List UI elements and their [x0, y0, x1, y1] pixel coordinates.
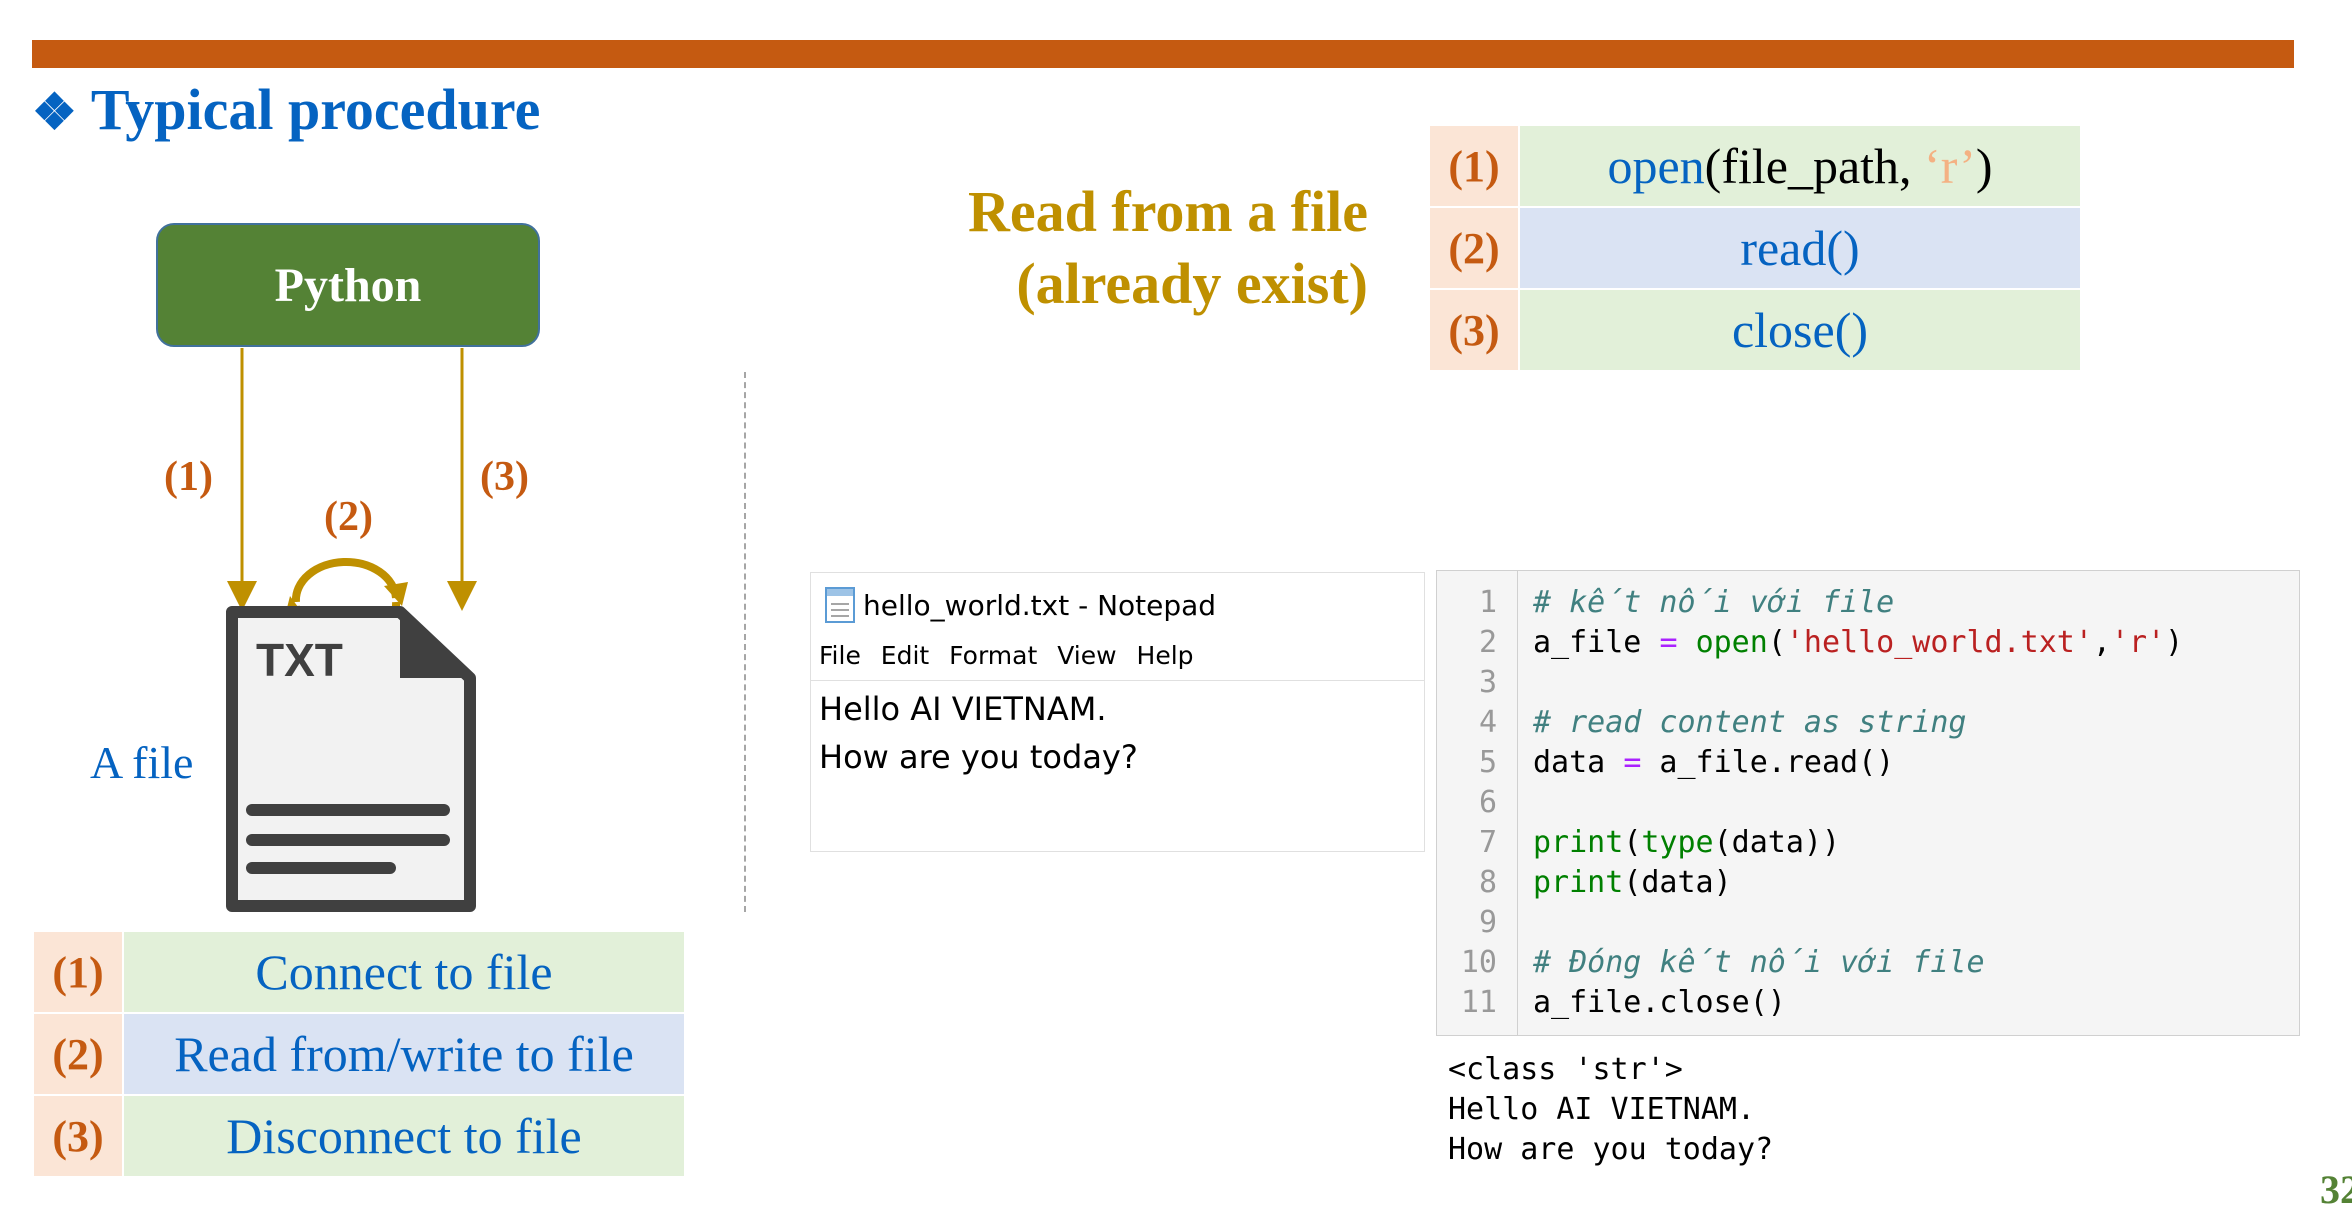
step-2-label: (2): [324, 494, 373, 540]
menu-edit[interactable]: Edit: [881, 641, 929, 670]
code-line: 11 a_file.close(): [1460, 985, 1786, 1020]
legend-table: (1) Connect to file (2) Read from/write …: [32, 930, 686, 1178]
read-title-line2: (already exist): [1016, 251, 1368, 316]
read-title-line1: Read from a file: [968, 179, 1368, 244]
legend-text: Disconnect to file: [122, 1094, 686, 1178]
notepad-line: Hello AI VIETNAM.: [819, 690, 1107, 728]
notepad-text-area[interactable]: Hello AI VIETNAM. How are you today?: [819, 685, 1138, 781]
code-output: <class 'str'> Hello AI VIETNAM. How are yo…: [1448, 1050, 1773, 1170]
read-step-row: (3) close(): [1428, 288, 2082, 372]
read-step-text: close(): [1518, 288, 2082, 372]
output-line: How are you today?: [1448, 1132, 1774, 1167]
code-mode: ‘r’: [1924, 138, 1976, 194]
legend-num: (1): [32, 930, 124, 1014]
legend-text: Connect to file: [122, 930, 686, 1014]
code-line: 5 data = a_file.read(): [1478, 745, 1895, 780]
output-line: <class 'str'>: [1448, 1052, 1683, 1087]
code-arg: file_path,: [1721, 138, 1925, 194]
code-fn-open: open: [1607, 138, 1705, 194]
legend-row: (1) Connect to file: [32, 930, 686, 1014]
menu-help[interactable]: Help: [1137, 641, 1194, 670]
menu-file[interactable]: File: [819, 641, 861, 670]
code-cell[interactable]: 1 # kết nối với file 2 a_file = open('hell…: [1436, 570, 2300, 1036]
notepad-window: hello_world.txt - Notepad File Edit Form…: [810, 572, 1425, 852]
legend-row: (2) Read from/write to file: [32, 1012, 686, 1096]
file-icon-text: TXT: [256, 634, 343, 686]
read-step-num: (3): [1428, 288, 1520, 372]
notepad-menu-divider: [811, 680, 1424, 681]
read-step-row: (2) read(): [1428, 206, 2082, 290]
code-line: 4 # read content as string: [1478, 705, 1967, 740]
code-line: 1 # kết nối với file: [1478, 585, 1895, 620]
step-1-label: (1): [164, 454, 213, 500]
code-paren-left: (: [1704, 138, 1722, 194]
legend-num: (3): [32, 1094, 124, 1178]
menu-view[interactable]: View: [1057, 641, 1116, 670]
section-divider: [744, 372, 746, 912]
menu-format[interactable]: Format: [949, 641, 1037, 670]
code-line: 2 a_file = open('hello_world.txt','r'): [1478, 625, 2184, 660]
legend-row: (3) Disconnect to file: [32, 1094, 686, 1178]
legend-text: Read from/write to file: [122, 1012, 686, 1096]
code-line: 8 print(data): [1478, 865, 1732, 900]
legend-num: (2): [32, 1012, 124, 1096]
code-line: 6: [1478, 785, 1497, 820]
notepad-title: hello_world.txt - Notepad: [863, 588, 1217, 622]
step-3-label: (3): [480, 454, 529, 500]
output-line: Hello AI VIETNAM.: [1448, 1092, 1756, 1127]
read-step-row: (1) open(file_path, ‘r’): [1428, 124, 2082, 208]
read-step-text: read(): [1518, 206, 2082, 290]
read-step-num: (1): [1428, 124, 1520, 208]
code-line: 9: [1478, 905, 1497, 940]
code-line: 7 print(type(data)): [1478, 825, 1841, 860]
read-step-num: (2): [1428, 206, 1520, 290]
page-number: 32: [2320, 1167, 2352, 1212]
notepad-menu-bar: File Edit Format View Help: [819, 641, 1206, 670]
read-step-text: open(file_path, ‘r’): [1518, 124, 2082, 208]
code-line: 3: [1478, 665, 1497, 700]
notepad-icon: [825, 587, 855, 623]
notepad-line: How are you today?: [819, 738, 1138, 776]
code-line: 10 # Đóng kết nối với file: [1460, 945, 1985, 980]
code-paren-right: ): [1975, 138, 1993, 194]
read-steps-table: (1) open(file_path, ‘r’) (2) read() (3) …: [1428, 124, 2082, 372]
file-label: A file: [90, 737, 194, 788]
read-title: Read from a file (already exist): [880, 176, 1368, 320]
notepad-title-bar: hello_world.txt - Notepad: [825, 585, 1216, 625]
